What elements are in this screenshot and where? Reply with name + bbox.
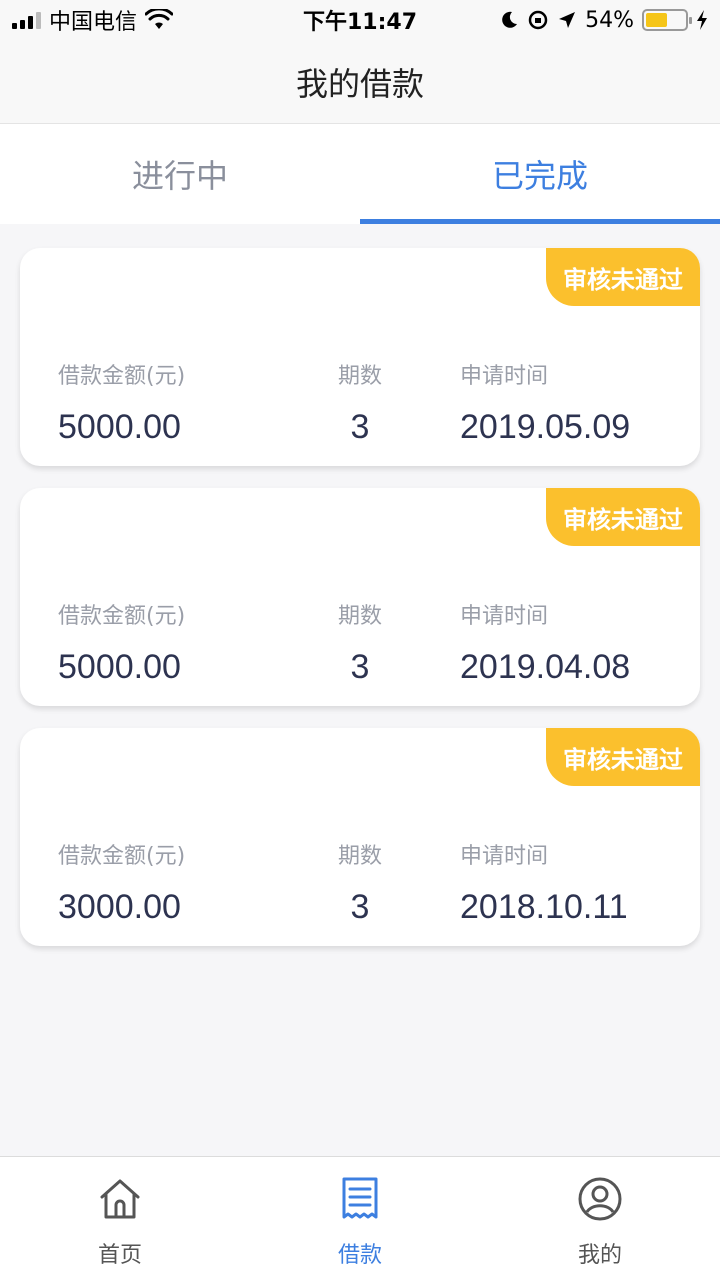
amount-value: 3000.00 (58, 888, 181, 926)
moon-icon (502, 11, 518, 28)
date-label: 申请时间 (460, 604, 549, 629)
status-badge: 审核未通过 (546, 248, 700, 306)
receipt-icon (342, 1177, 378, 1219)
loan-list: 审核未通过 借款金额(元) 5000.00 期数 3 申请时间 2019.05.… (20, 248, 700, 968)
term-value: 3 (350, 408, 370, 446)
loan-card[interactable]: 审核未通过 借款金额(元) 5000.00 期数 3 申请时间 2019.04.… (20, 488, 700, 706)
home-icon (100, 1179, 140, 1219)
battery-icon (642, 9, 692, 31)
battery-percent: 54% (585, 7, 634, 33)
date-label: 申请时间 (460, 364, 549, 389)
date-label: 申请时间 (460, 844, 549, 869)
amount-label: 借款金额(元) (58, 604, 186, 629)
date-value: 2019.05.09 (460, 408, 631, 446)
amount-value: 5000.00 (58, 408, 181, 446)
status-badge: 审核未通过 (546, 728, 700, 786)
user-icon (578, 1177, 622, 1221)
term-label: 期数 (337, 844, 382, 869)
carrier-name: 中国电信 (49, 10, 138, 35)
tab-completed[interactable]: 已完成 (360, 124, 720, 224)
date-value: 2018.10.11 (460, 888, 628, 926)
tabbar-label: 我的 (577, 1243, 622, 1268)
tab-in-progress[interactable]: 进行中 (0, 124, 360, 224)
amount-value: 5000.00 (58, 648, 181, 686)
amount-label: 借款金额(元) (58, 844, 186, 869)
wifi-icon (145, 9, 174, 29)
nav-bar: 我的借款 (0, 40, 720, 124)
loan-card[interactable]: 审核未通过 借款金额(元) 5000.00 期数 3 申请时间 2019.05.… (20, 248, 700, 466)
location-icon (559, 12, 576, 28)
page-title: 我的借款 (295, 64, 424, 103)
tabbar-item-mine[interactable]: 我的 (480, 1157, 720, 1280)
term-label: 期数 (337, 364, 382, 389)
amount-label: 借款金额(元) (58, 364, 186, 389)
term-value: 3 (350, 888, 370, 926)
loan-status-tabs: 进行中 已完成 (0, 124, 720, 224)
loan-card[interactable]: 审核未通过 借款金额(元) 3000.00 期数 3 申请时间 2018.10.… (20, 728, 700, 946)
term-value: 3 (350, 648, 370, 686)
tabbar-label: 首页 (97, 1243, 142, 1268)
date-value: 2019.04.08 (460, 648, 631, 686)
tabbar-label: 借款 (337, 1243, 382, 1268)
term-label: 期数 (337, 604, 382, 629)
rotation-lock-icon (528, 10, 548, 30)
tabbar-item-loan[interactable]: 借款 (240, 1157, 480, 1280)
signal-icon (12, 11, 41, 29)
status-badge: 审核未通过 (546, 488, 700, 546)
tabbar-item-home[interactable]: 首页 (0, 1157, 240, 1280)
charging-icon (697, 10, 707, 30)
status-bar: 中国电信 下午11:47 54% (0, 0, 720, 40)
bottom-tab-bar: 首页 借款 我的 (0, 1156, 720, 1280)
